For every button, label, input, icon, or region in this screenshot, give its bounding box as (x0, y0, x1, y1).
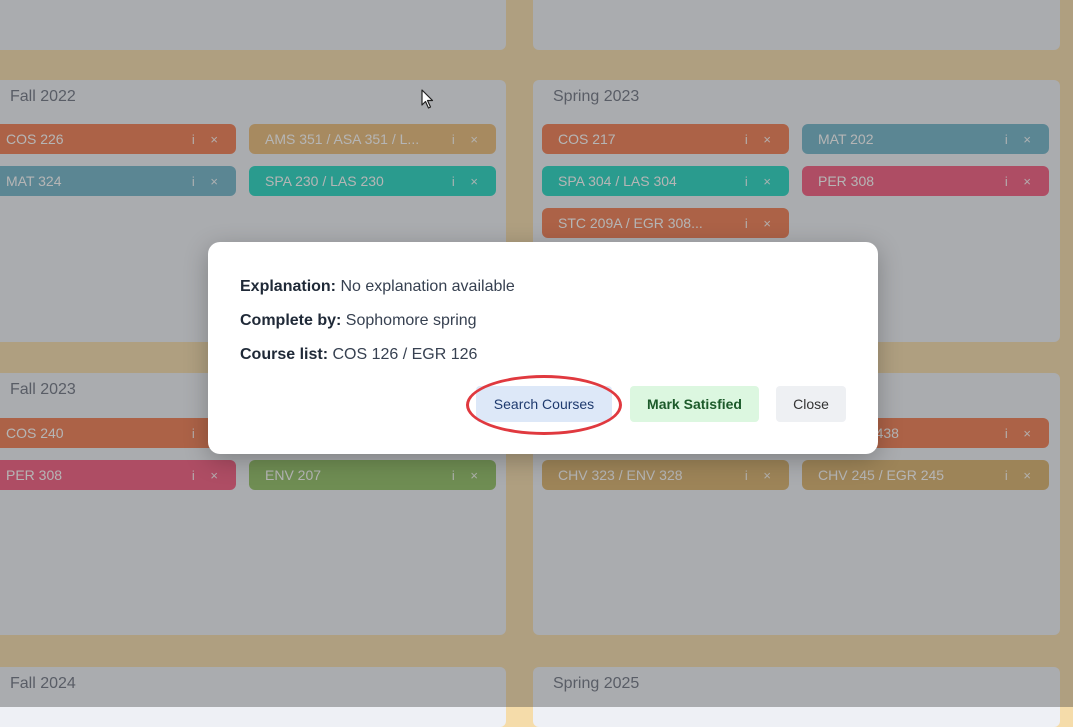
complete-by-label: Complete by: (240, 312, 342, 329)
course-list-row: Course list: COS 126 / EGR 126 (240, 346, 477, 364)
close-button[interactable]: Close (776, 386, 846, 422)
course-list-value: COS 126 / EGR 126 (332, 346, 478, 363)
mark-satisfied-button[interactable]: Mark Satisfied (630, 386, 759, 422)
requirement-modal: Explanation: No explanation available Co… (208, 242, 878, 454)
explanation-label: Explanation: (240, 278, 337, 295)
explanation-row: Explanation: No explanation available (240, 278, 515, 296)
complete-by-row: Complete by: Sophomore spring (240, 312, 477, 330)
explanation-value: No explanation available (340, 278, 515, 295)
search-courses-button[interactable]: Search Courses (476, 386, 612, 422)
complete-by-value: Sophomore spring (345, 312, 477, 329)
course-list-label: Course list: (240, 346, 329, 363)
mouse-pointer-icon (421, 89, 434, 109)
